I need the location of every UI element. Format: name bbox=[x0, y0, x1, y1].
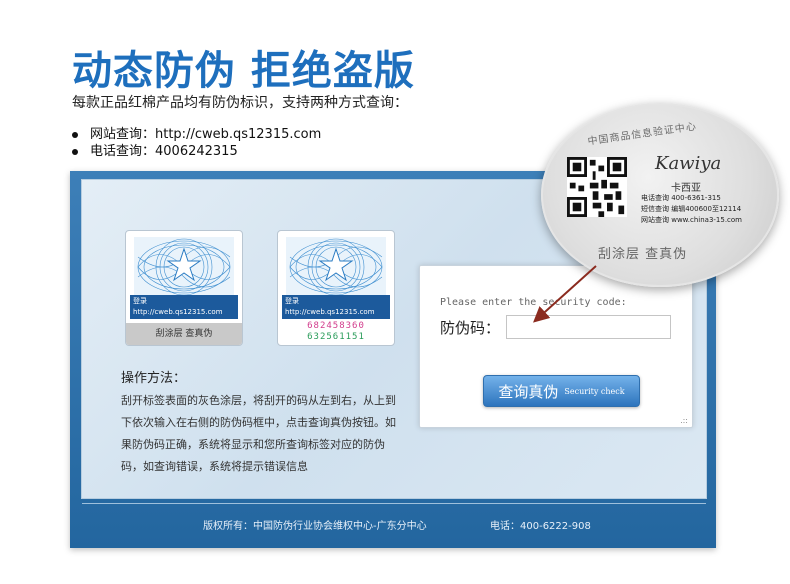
security-code-label: 防伪码： bbox=[440, 319, 501, 337]
bullet-icon bbox=[72, 148, 78, 155]
qr-code-icon bbox=[567, 157, 627, 217]
instructions-body: 刮开标签表面的灰色涂层，将刮开的码从左到右，从上到下依次输入在右侧的防伪码框中，… bbox=[121, 394, 396, 473]
security-check-button-label: 查询真伪 bbox=[498, 383, 559, 401]
sticker-instructions: 登录http://cweb.qs12315.com 或拨打400-6242-31… bbox=[282, 295, 390, 327]
query-method-website-label: 网站查询：http://cweb.qs12315.com bbox=[90, 127, 322, 142]
query-methods-list: 网站查询：http://cweb.qs12315.com 电话查询：400624… bbox=[72, 126, 321, 160]
page-subtitle: 每款正品红棉产品均有防伪标识，支持两种方式查询： bbox=[72, 95, 408, 111]
revealed-code: 682458360 632561151 bbox=[278, 321, 394, 343]
security-code-input[interactable] bbox=[506, 315, 671, 339]
revealed-code-line1: 682458360 bbox=[307, 321, 365, 331]
magnified-label-title: 中国商品信息验证中心 bbox=[587, 121, 698, 148]
revealed-code-line2: 632561151 bbox=[307, 332, 365, 342]
magnified-line3: 网站查询 www.china3-15.com bbox=[641, 216, 743, 224]
query-method-phone-label: 电话查询：4006242315 bbox=[90, 144, 238, 159]
security-query-form: Please enter the security code: 防伪码： 查询真… bbox=[419, 265, 693, 428]
resize-grip-icon: .:: bbox=[680, 416, 688, 425]
scratch-label: 刮涂层 查真伪 bbox=[126, 323, 242, 345]
query-method-website: 网站查询：http://cweb.qs12315.com bbox=[72, 126, 321, 143]
security-check-button-sub: Security check bbox=[564, 386, 625, 396]
magnified-scratch-label: 刮涂层 查真伪 bbox=[598, 247, 688, 262]
sticker-revealed-sample: 登录http://cweb.qs12315.com 或拨打400-6242-31… bbox=[277, 230, 395, 346]
magnified-contact-lines: 电话查询 400-6361-315 短信查询 编辑400600至12114 网站… bbox=[641, 193, 742, 226]
guilloche-star-icon bbox=[134, 237, 234, 297]
sticker-scratch-sample: 登录http://cweb.qs12315.com 或拨打400-6242-31… bbox=[125, 230, 243, 346]
query-prompt: Please enter the security code: bbox=[440, 297, 627, 308]
page-title: 动态防伪 拒绝盗版 bbox=[72, 48, 415, 94]
sticker-instructions: 登录http://cweb.qs12315.com 或拨打400-6242-31… bbox=[130, 295, 238, 327]
footer-copyright: 版权所有：中国防伪行业协会维权中心-广东分中心 bbox=[203, 521, 427, 532]
magnified-line1: 电话查询 400-6361-315 bbox=[641, 194, 721, 202]
magnified-brand: Kawiya bbox=[655, 153, 722, 174]
magnified-brand-cn: 卡西亚 bbox=[671, 183, 701, 194]
sticker-line1: 登录http://cweb.qs12315.com bbox=[133, 297, 223, 316]
security-check-button[interactable]: 查询真伪 Security check bbox=[483, 375, 640, 407]
footer-phone: 电话：400-6222-908 bbox=[490, 521, 591, 532]
instructions-title: 操作方法： bbox=[121, 371, 187, 386]
query-method-phone: 电话查询：4006242315 bbox=[72, 143, 321, 160]
bullet-icon bbox=[72, 131, 78, 138]
magnified-line2: 短信查询 编辑400600至12114 bbox=[641, 205, 742, 213]
magnified-security-label: 中国商品信息验证中心 Kawiya 卡西亚 电话查询 400-6361-315 … bbox=[541, 103, 779, 287]
guilloche-star-icon bbox=[286, 237, 386, 297]
sticker-line1: 登录http://cweb.qs12315.com bbox=[285, 297, 375, 316]
